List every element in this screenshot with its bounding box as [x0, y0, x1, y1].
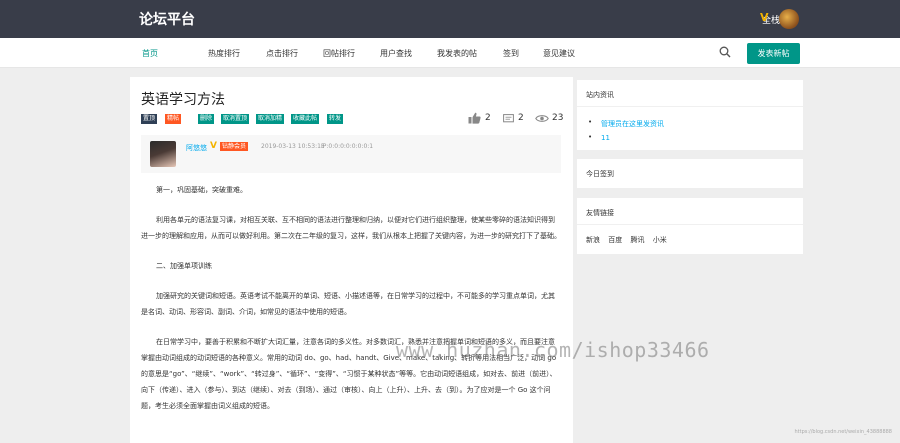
- favorite-button[interactable]: 收藏此帖: [291, 114, 320, 124]
- main-nav: 首页 热度排行 点击排行 回帖排行 用户查找 我发表的帖 签到 意见建议 发表新…: [0, 38, 900, 68]
- content-paragraph: 加强研究的关键词和短语。英语考试不能离开的单词、短语、小描述语等，在日常学习的过…: [141, 292, 555, 316]
- tag-featured: 精帖: [165, 114, 182, 124]
- bullet-icon: •: [588, 133, 593, 141]
- friend-link[interactable]: 新浪: [586, 236, 600, 244]
- author-name[interactable]: 阿悠悠: [186, 143, 207, 153]
- post-title: 英语学习方法: [141, 92, 225, 108]
- comment-icon: [503, 114, 514, 123]
- nav-item-home[interactable]: 首页: [142, 48, 158, 59]
- news-panel-title: 站内资讯: [586, 91, 614, 99]
- post-detail: 英语学习方法 置顶 精帖 删除 取消置顶 取消加精 收藏此帖 转发 2 2 23…: [130, 77, 573, 443]
- post-date: 2019-03-13 10:53:15: [261, 143, 325, 150]
- friend-links: 新浪 百度 腾讯 小米: [586, 235, 673, 245]
- cancel-top-button[interactable]: 取消置顶: [221, 114, 250, 124]
- nav-item-click-rank[interactable]: 点击排行: [266, 48, 298, 59]
- search-icon[interactable]: [719, 46, 731, 58]
- sidebar-links-panel: 友情链接 新浪 百度 腾讯 小米: [577, 198, 803, 254]
- comment-count: 2: [518, 113, 524, 123]
- tag-top: 置顶: [141, 114, 158, 124]
- vip-icon: V: [210, 141, 217, 151]
- author-avatar[interactable]: [150, 141, 176, 167]
- view-count: 23: [552, 113, 564, 123]
- member-badge: 钻静会员: [220, 142, 249, 151]
- watermark: www.huzhan.com/ishop33466: [396, 338, 710, 362]
- bullet-icon: •: [588, 118, 593, 126]
- forward-button[interactable]: 转发: [327, 114, 344, 124]
- author-info: 阿悠悠 V 钻静会员 2019-03-13 10:53:15 IP:0:0:0:…: [141, 135, 561, 173]
- friend-link[interactable]: 百度: [608, 236, 622, 244]
- like-count: 2: [485, 113, 491, 123]
- sidebar-news-panel: 站内资讯 • 管理员在这里发资讯 • 11: [577, 80, 803, 150]
- new-post-button[interactable]: 发表新帖: [747, 43, 800, 64]
- panel-divider: [577, 106, 803, 107]
- thumbs-up-icon[interactable]: [468, 112, 481, 124]
- nav-item-my-posts[interactable]: 我发表的帖: [437, 48, 477, 59]
- content-paragraph: 第一，巩固基础，突破重难。: [156, 186, 247, 194]
- cancel-featured-button[interactable]: 取消加精: [256, 114, 285, 124]
- notice-item[interactable]: 管理员在这里发资讯: [601, 119, 664, 129]
- friend-link[interactable]: 腾讯: [630, 236, 644, 244]
- panel-divider: [577, 224, 803, 225]
- content-paragraph: 利用各单元的语法复习课，对相互关联、互不相同的语法进行整理和归纳，以便对它们进行…: [141, 216, 561, 240]
- delete-button[interactable]: 删除: [198, 114, 215, 124]
- nav-item-hot-rank[interactable]: 热度排行: [208, 48, 240, 59]
- vip-icon: V: [760, 11, 769, 24]
- eye-icon: [535, 115, 549, 122]
- site-logo[interactable]: 论坛平台: [139, 9, 195, 29]
- nav-item-feedback[interactable]: 意见建议: [543, 48, 575, 59]
- post-content: 第一，巩固基础，突破重难。 利用各单元的语法复习课，对相互关联、互不相同的语法进…: [141, 182, 561, 428]
- sidebar-signin-panel: 今日签到: [577, 159, 803, 188]
- nav-item-reply-rank[interactable]: 回帖排行: [323, 48, 355, 59]
- content-paragraph: 二、加强单项训练: [156, 262, 212, 270]
- nav-item-user-search[interactable]: 用户查找: [380, 48, 412, 59]
- source-credit: https://blog.csdn.net/weixin_43888888: [794, 429, 892, 435]
- links-panel-title: 友情链接: [586, 209, 614, 217]
- post-ip: IP:0:0:0:0:0:0:0:1: [321, 143, 374, 150]
- nav-item-sign-in[interactable]: 签到: [503, 48, 519, 59]
- top-header: 论坛平台 全栈选手 V: [0, 0, 900, 38]
- notice-item[interactable]: 11: [601, 134, 610, 142]
- user-avatar[interactable]: [779, 9, 799, 29]
- signin-panel-title[interactable]: 今日签到: [586, 169, 614, 179]
- friend-link[interactable]: 小米: [653, 236, 667, 244]
